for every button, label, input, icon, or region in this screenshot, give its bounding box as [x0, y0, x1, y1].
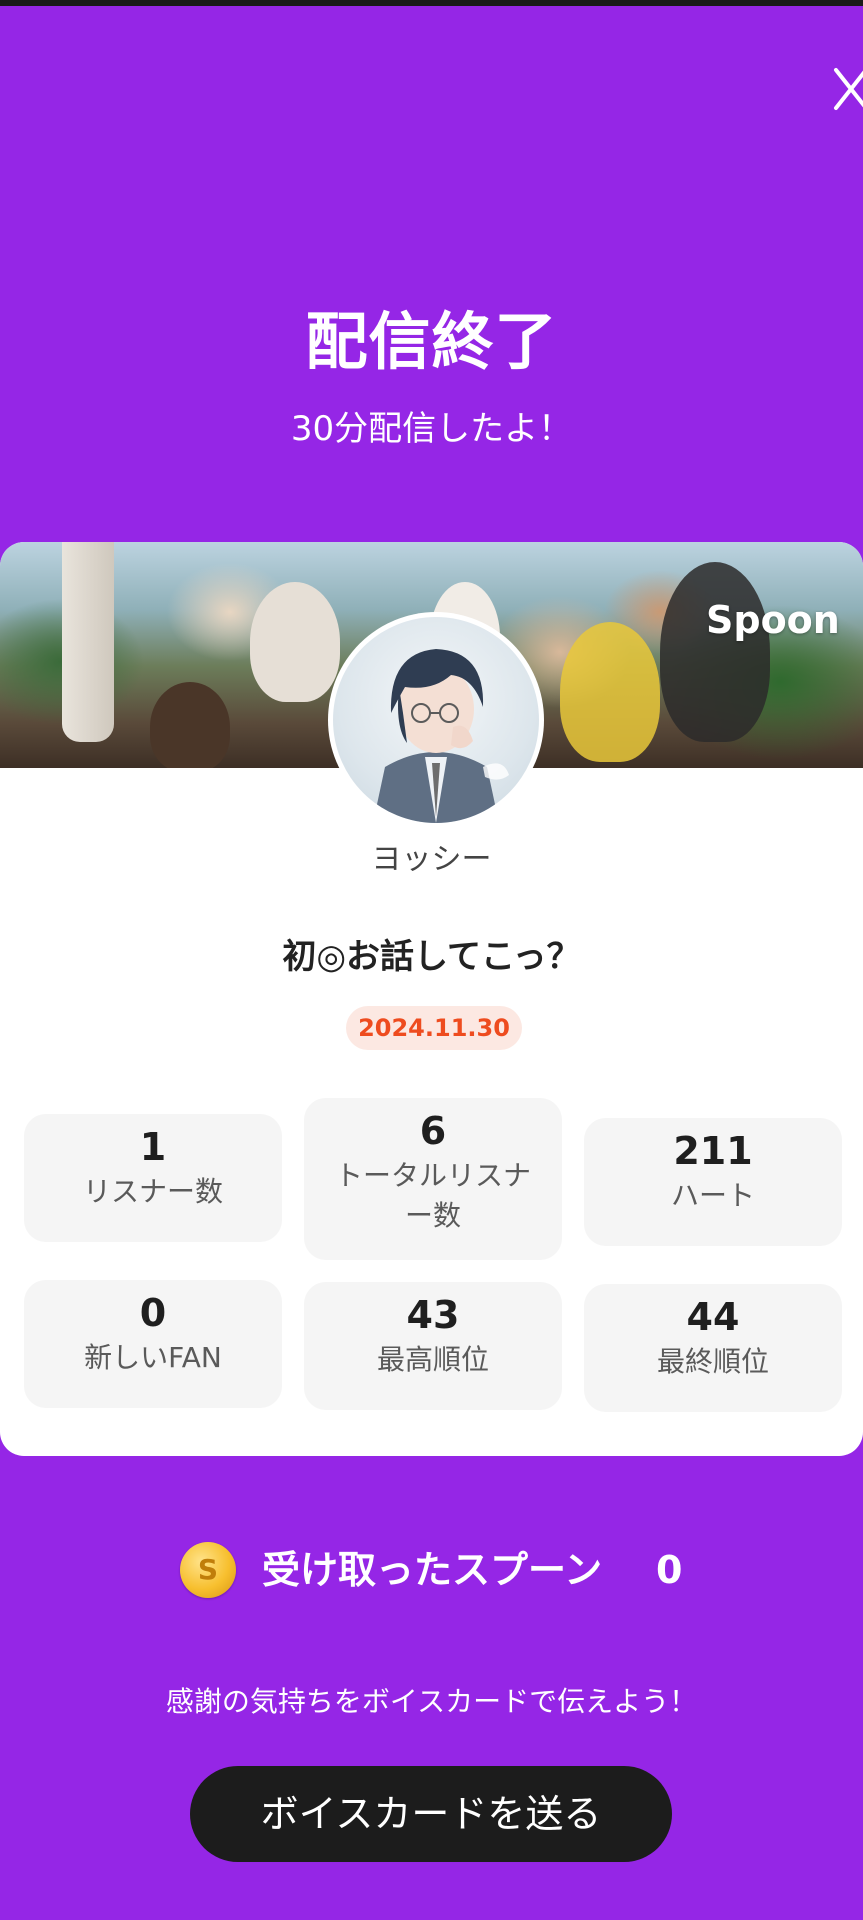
spoon-logo: Spoon [706, 598, 840, 642]
stat-final-rank: 44 最終順位 [584, 1284, 842, 1412]
close-icon [834, 68, 863, 110]
stat-hearts: 211 ハート [584, 1118, 842, 1246]
stat-label: トータルリスナー数 [334, 1159, 531, 1232]
stat-listeners: 1 リスナー数 [24, 1114, 282, 1242]
stat-value: 6 [419, 1109, 447, 1153]
cover-figure [250, 582, 340, 702]
cover-figure [660, 562, 770, 742]
cover-figure [560, 622, 660, 762]
stat-label: 最高順位 [376, 1343, 489, 1376]
stat-label: リスナー数 [82, 1175, 223, 1208]
stat-value: 0 [139, 1291, 167, 1335]
cover-figure [150, 682, 230, 768]
received-spoons-row: S 受け取ったスプーン 0 [0, 1538, 863, 1608]
spoon-coin-icon: S [180, 1542, 236, 1598]
broadcast-title: 初◎お話してこっ？ [282, 937, 581, 977]
stat-value: 43 [406, 1293, 460, 1337]
avatar[interactable] [328, 612, 544, 828]
cover-umbrella-shape [62, 542, 114, 742]
status-bar-edge [0, 0, 863, 6]
stat-label: 最終順位 [656, 1345, 769, 1378]
coin-letter: S [197, 1553, 219, 1586]
stat-value: 1 [139, 1125, 167, 1169]
stat-total-listeners: 6 トータルリスナー数 [304, 1098, 562, 1260]
close-button[interactable] [826, 62, 863, 116]
received-spoons-count: 0 [656, 1548, 683, 1592]
stat-value: 44 [686, 1295, 740, 1339]
stat-label: ハート [670, 1179, 755, 1212]
stat-label: 新しいFAN [84, 1341, 222, 1374]
summary-card: Spoon ヨッシー 初◎お話してこっ？ 2024.11.30 1 リスナー数 [0, 542, 863, 1456]
stat-value: 211 [673, 1129, 753, 1173]
send-voice-card-button[interactable]: ボイスカードを送る [190, 1766, 672, 1862]
received-spoons-label: 受け取ったスプーン [262, 1548, 603, 1592]
page-title: 配信終了 [305, 305, 558, 378]
stat-new-fans: 0 新しいFAN [24, 1280, 282, 1408]
duration-subtitle: 30分配信したよ！ [290, 409, 573, 449]
avatar-illustration-icon [373, 649, 509, 823]
stat-highest-rank: 43 最高順位 [304, 1282, 562, 1410]
avatar-image [333, 617, 539, 823]
username: ヨッシー [371, 842, 492, 877]
date-badge: 2024.11.30 [346, 1006, 522, 1050]
thanks-message: 感謝の気持ちをボイスカードで伝えよう！ [165, 1685, 698, 1718]
